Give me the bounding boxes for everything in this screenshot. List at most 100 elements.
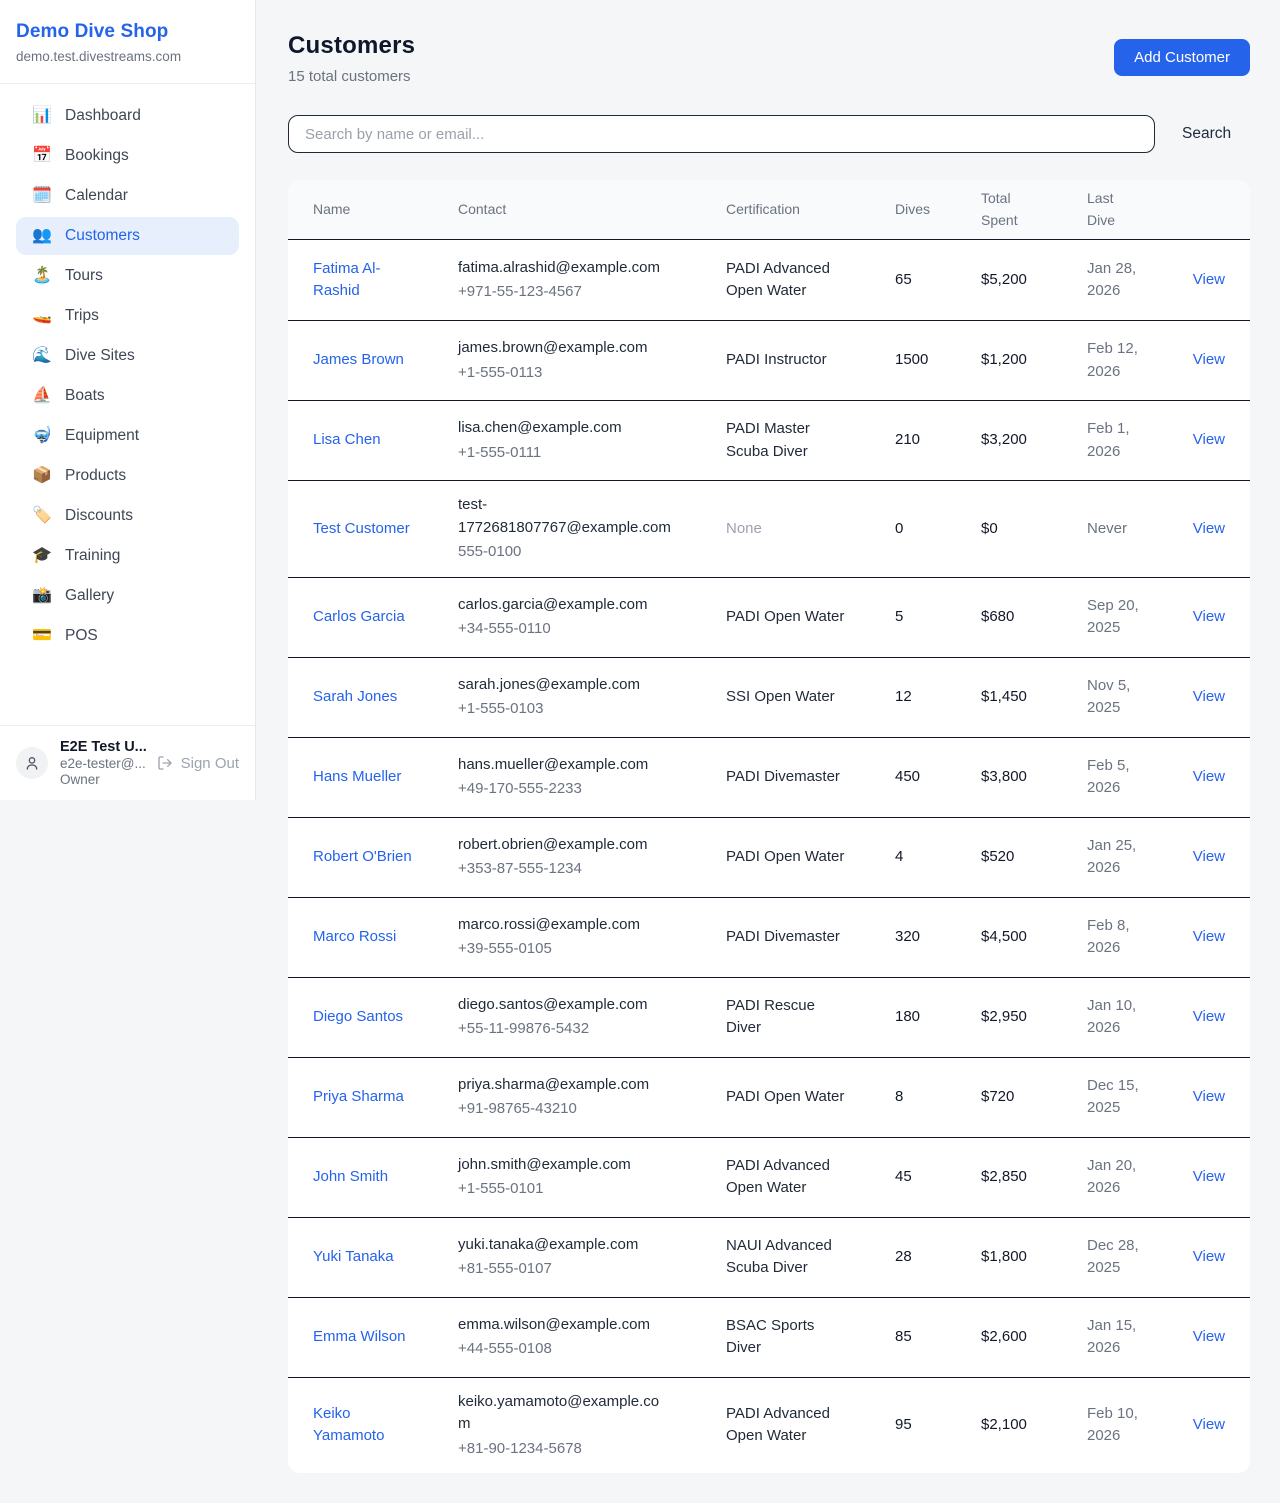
customer-dives: 8 — [895, 1086, 981, 1109]
customer-certification: PADI Open Water — [726, 846, 895, 869]
view-link[interactable]: View — [1193, 1416, 1225, 1433]
view-link[interactable]: View — [1193, 928, 1225, 945]
sidebar-item-label: Customers — [65, 227, 140, 245]
customer-dives: 320 — [895, 926, 981, 949]
customer-certification: PADI Master Scuba Diver — [726, 418, 895, 463]
view-link[interactable]: View — [1193, 271, 1225, 288]
page-title-block: Customers 15 total customers — [288, 32, 415, 85]
sidebar-item-dashboard[interactable]: 📊 Dashboard — [16, 97, 239, 135]
table-row: Hans Mueller hans.mueller@example.com +4… — [288, 737, 1250, 817]
sidebar-item-label: Products — [65, 467, 126, 485]
sign-out-button[interactable]: Sign Out — [157, 755, 239, 772]
customer-dives: 95 — [895, 1414, 981, 1437]
column-header-contact: Contact — [458, 199, 726, 220]
customer-contact: keiko.yamamoto@example.com +81-90-1234-5… — [458, 1391, 726, 1461]
sidebar-item-calendar[interactable]: 🗓️ Calendar — [16, 177, 239, 215]
customer-name-link[interactable]: Carlos Garcia — [313, 608, 405, 625]
sidebar-item-gallery[interactable]: 📸 Gallery — [16, 577, 239, 615]
view-link[interactable]: View — [1193, 848, 1225, 865]
search-button[interactable]: Search — [1182, 125, 1231, 143]
customer-name-link[interactable]: John Smith — [313, 1168, 388, 1185]
customer-phone: +39-555-0105 — [458, 938, 671, 961]
sidebar-item-training[interactable]: 🎓 Training — [16, 537, 239, 575]
customer-name-link[interactable]: Fatima Al-Rashid — [313, 260, 381, 300]
brand-title[interactable]: Demo Dive Shop — [16, 21, 239, 43]
customer-name-link[interactable]: Lisa Chen — [313, 431, 381, 448]
sidebar-item-trips[interactable]: 🚤 Trips — [16, 297, 239, 335]
view-link[interactable]: View — [1193, 520, 1225, 537]
view-link[interactable]: View — [1193, 351, 1225, 368]
camera-icon: 📸 — [32, 588, 52, 604]
sidebar-item-discounts[interactable]: 🏷️ Discounts — [16, 497, 239, 535]
column-header-dives: Dives — [895, 199, 981, 220]
customer-contact: priya.sharma@example.com +91-98765-43210 — [458, 1074, 726, 1121]
customer-dives: 210 — [895, 429, 981, 452]
sidebar-item-dive-sites[interactable]: 🌊 Dive Sites — [16, 337, 239, 375]
search-input[interactable] — [288, 115, 1155, 153]
customer-total-spent: $2,100 — [981, 1414, 1087, 1437]
customer-total-spent: $2,950 — [981, 1006, 1087, 1029]
sidebar-item-pos[interactable]: 💳 POS — [16, 617, 239, 655]
column-header-total-spent: Total Spent — [981, 188, 1031, 231]
customer-dives: 1500 — [895, 349, 981, 372]
customer-email: priya.sharma@example.com — [458, 1074, 671, 1097]
customer-phone: +81-90-1234-5678 — [458, 1438, 671, 1461]
customer-name-link[interactable]: Hans Mueller — [313, 768, 401, 785]
customer-email: keiko.yamamoto@example.com — [458, 1391, 671, 1436]
view-link[interactable]: View — [1193, 1088, 1225, 1105]
customer-last-dive: Dec 28, 2025 — [1087, 1235, 1149, 1280]
sign-out-icon — [157, 755, 173, 771]
customer-email: test-1772681807767@example.com — [458, 494, 671, 539]
customer-contact: robert.obrien@example.com +353-87-555-12… — [458, 834, 726, 881]
customer-dives: 65 — [895, 269, 981, 292]
customer-total-spent: $1,800 — [981, 1246, 1087, 1269]
table-row: Marco Rossi marco.rossi@example.com +39-… — [288, 897, 1250, 977]
table-row: Priya Sharma priya.sharma@example.com +9… — [288, 1057, 1250, 1137]
avatar — [16, 747, 48, 779]
customer-name-link[interactable]: Marco Rossi — [313, 928, 396, 945]
view-link[interactable]: View — [1193, 1248, 1225, 1265]
person-icon — [24, 755, 40, 771]
customers-table: Name Contact Certification Dives Total S… — [288, 180, 1250, 1473]
customer-name-link[interactable]: Emma Wilson — [313, 1328, 406, 1345]
customer-name-link[interactable]: Test Customer — [313, 520, 410, 537]
table-row: James Brown james.brown@example.com +1-5… — [288, 320, 1250, 400]
tag-icon: 🏷️ — [32, 508, 52, 524]
customer-phone: +1-555-0111 — [458, 442, 671, 465]
view-link[interactable]: View — [1193, 1328, 1225, 1345]
customer-name-link[interactable]: James Brown — [313, 351, 404, 368]
customer-email: john.smith@example.com — [458, 1154, 671, 1177]
customer-total-spent: $0 — [981, 518, 1087, 541]
view-link[interactable]: View — [1193, 608, 1225, 625]
customer-name-link[interactable]: Sarah Jones — [313, 688, 397, 705]
sidebar-item-boats[interactable]: ⛵ Boats — [16, 377, 239, 415]
customer-email: diego.santos@example.com — [458, 994, 671, 1017]
customer-last-dive: Jan 25, 2026 — [1087, 835, 1149, 880]
sidebar-item-products[interactable]: 📦 Products — [16, 457, 239, 495]
customer-name-link[interactable]: Priya Sharma — [313, 1088, 404, 1105]
view-link[interactable]: View — [1193, 688, 1225, 705]
table-row: Keiko Yamamoto keiko.yamamoto@example.co… — [288, 1377, 1250, 1474]
view-link[interactable]: View — [1193, 431, 1225, 448]
table-header-row: Name Contact Certification Dives Total S… — [288, 180, 1250, 240]
customer-name-link[interactable]: Yuki Tanaka — [313, 1248, 394, 1265]
package-icon: 📦 — [32, 468, 52, 484]
sidebar-item-bookings[interactable]: 📅 Bookings — [16, 137, 239, 175]
customer-contact: james.brown@example.com +1-555-0113 — [458, 337, 726, 384]
customer-last-dive: Dec 15, 2025 — [1087, 1075, 1149, 1120]
view-link[interactable]: View — [1193, 1008, 1225, 1025]
customer-total-spent: $720 — [981, 1086, 1087, 1109]
sidebar-item-label: Bookings — [65, 147, 129, 165]
sidebar-item-customers[interactable]: 👥 Customers — [16, 217, 239, 255]
view-link[interactable]: View — [1193, 1168, 1225, 1185]
sidebar-item-tours[interactable]: 🏝️ Tours — [16, 257, 239, 295]
sidebar-item-equipment[interactable]: 🤿 Equipment — [16, 417, 239, 455]
view-link[interactable]: View — [1193, 768, 1225, 785]
customer-name-link[interactable]: Diego Santos — [313, 1008, 403, 1025]
add-customer-button[interactable]: Add Customer — [1114, 39, 1250, 76]
sidebar-item-label: Equipment — [65, 427, 139, 445]
customer-name-link[interactable]: Robert O'Brien — [313, 848, 412, 865]
customer-name-link[interactable]: Keiko Yamamoto — [313, 1405, 384, 1445]
customer-phone: +1-555-0113 — [458, 362, 671, 385]
sidebar: Demo Dive Shop demo.test.divestreams.com… — [0, 0, 256, 800]
